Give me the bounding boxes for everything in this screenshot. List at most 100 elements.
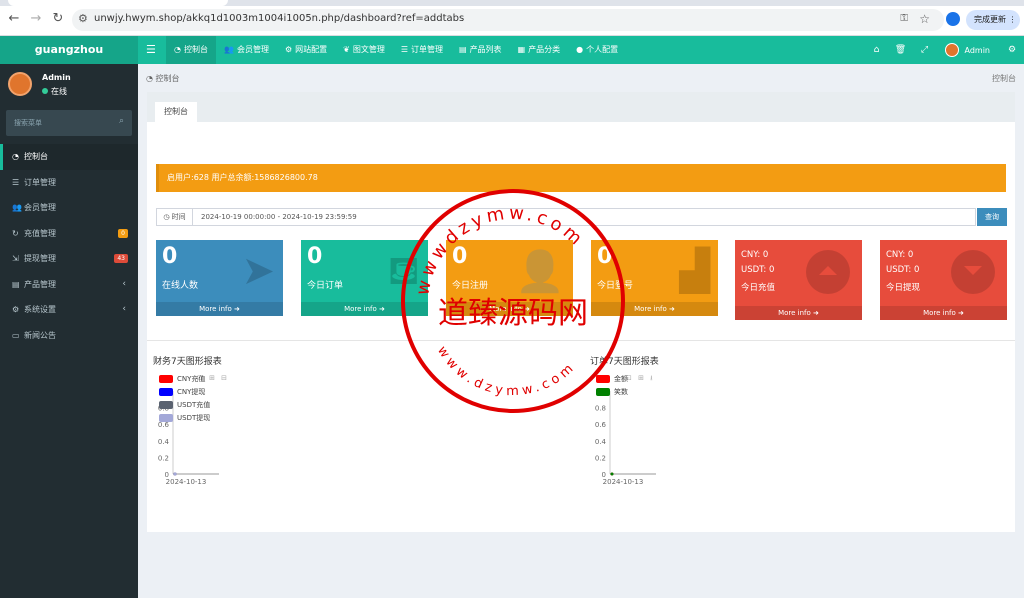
top-navbar: guangzhou ☰ ◔ 控制台 👥 会员管理 ⚙ 网站配置 ❦ 图文管理 ☰ 订单管理… [0,36,1024,64]
breadcrumb-right[interactable]: 控制台 [992,73,1016,84]
watermark-stamp: wwwdzymw.com www.dzymw.com 道臻源码网 [401,189,625,413]
more-info-link[interactable]: More info ➜ [880,306,1007,320]
sidebar-item-label: 产品管理 [24,279,56,289]
profile-icon[interactable] [946,12,960,26]
tab-dashboard[interactable]: 控制台 [155,102,197,122]
sidebar-item-label: 控制台 [24,152,48,162]
nav-label: 控制台 [183,45,208,54]
url-text: unwjy.hwym.shop/akkq1d1003m1004i1005n.ph… [94,13,465,24]
nav-site-config[interactable]: ⚙ 网站配置 [277,36,335,64]
nav-members[interactable]: 👥 会员管理 [216,36,277,64]
online-dot-icon [42,88,48,94]
usdt-value: USDT: 0 [741,265,775,275]
legend-swatch [159,413,173,422]
address-bar[interactable]: ⚙ unwjy.hwym.shop/akkq1d1003m1004i1005n.… [72,9,944,31]
nav-label: 产品列表 [469,45,502,54]
table-icon: ▦ [517,45,526,54]
user-panel: Admin 在线 [0,64,138,104]
sidebar-search-input[interactable]: 搜索菜单 ⌕ [6,110,132,136]
sidebar: Admin 在线 搜索菜单 ⌕ ◔ 控制台 ☰ 订单管理 👥 会员管理 ↻ 充值管理 0 … [0,64,138,598]
stat-label: 今日充值 [741,283,776,293]
dashboard-icon: ◔ [146,74,153,83]
trash-icon[interactable]: 🗑 [889,45,913,55]
avatar [8,72,32,96]
breadcrumb-label[interactable]: 控制台 [156,74,180,83]
withdraw-badge: 43 [114,254,128,263]
nav-label: 订单管理 [411,45,443,54]
usdt-value: USDT: 0 [886,265,920,275]
sidebar-item-news[interactable]: ▭ 新闻公告 [0,323,138,349]
bookmark-star-icon[interactable]: ☆ [919,12,930,26]
back-icon[interactable]: ← [6,11,22,27]
leaf-icon: ❦ [343,45,350,54]
chevron-left-icon: ‹ [122,278,126,289]
menu-toggle-icon[interactable]: ☰ [146,36,156,64]
nav-profile[interactable]: ● 个人配置 [568,36,626,64]
sidebar-item-recharge[interactable]: ↻ 充值管理 0 [0,221,138,247]
search-icon[interactable]: ⌕ [119,116,124,126]
recharge-icon: ↻ [12,228,19,238]
sidebar-item-label: 提现管理 [24,254,56,264]
sidebar-item-label: 系统设置 [24,305,56,315]
sidebar-item-settings[interactable]: ⚙ 系统设置 ‹ [0,297,138,323]
nav-products[interactable]: ▤ 产品列表 [451,36,510,64]
legend-item[interactable]: USDT提现 [159,411,210,424]
sidebar-item-orders[interactable]: ☰ 订单管理 [0,170,138,196]
browser-chrome: ← → ↻ ⚙ unwjy.hwym.shop/akkq1d1003m1004i… [0,0,1024,36]
legend-item[interactable]: USDT充值 [159,398,210,411]
password-key-icon[interactable]: ⚿ [900,13,908,24]
time-label: ◷ 时间 [157,209,193,225]
legend-swatch [159,387,173,396]
cogs-icon[interactable]: ⚙ [1000,45,1024,55]
chart-toolbox[interactable]: ⊡ ⊞ ⭳ [626,374,655,385]
nav-categories[interactable]: ▦ 产品分类 [510,36,569,64]
forward-icon[interactable]: → [28,11,44,27]
dashboard-icon: ◔ [174,45,181,54]
top-username[interactable]: Admin [965,46,991,55]
more-info-link[interactable]: More info ➜ [735,306,862,320]
list-icon: ☰ [12,177,20,187]
stat-card-withdraw: CNY: 0 USDT: 0 今日提现 More info ➜ [880,240,1007,320]
avatar[interactable] [944,43,959,57]
legend-label: USDT充值 [177,400,211,409]
site-settings-icon[interactable]: ⚙ [78,12,88,25]
time-range-input[interactable]: 2024-10-19 00:00:00 - 2024-10-19 23:59:5… [201,213,357,221]
sidebar-menu: ◔ 控制台 ☰ 订单管理 👥 会员管理 ↻ 充值管理 0 ⇲ 提现管理 43 ▤ 产品管理 ‹ ⚙… [0,144,138,348]
top-nav: ◔ 控制台 👥 会员管理 ⚙ 网站配置 ❦ 图文管理 ☰ 订单管理 ▤ 产品列表 ▦ 产品分类… [166,36,626,64]
sidebar-item-products[interactable]: ▤ 产品管理 ‹ [0,272,138,298]
shop-icon: ▤ [12,279,20,289]
y-tick-label: 0.2 [595,454,606,462]
breadcrumb: ◔ 控制台 [146,73,180,84]
site-logo[interactable]: guangzhou [0,36,138,64]
legend-swatch [159,374,173,383]
sidebar-item-withdraw[interactable]: ⇲ 提现管理 43 [0,246,138,272]
stamp-top-arc: wwwdzymw.com [412,203,589,297]
arrow-up-icon [819,266,837,275]
sidebar-item-label: 订单管理 [24,177,56,187]
sidebar-item-members[interactable]: 👥 会员管理 [0,195,138,221]
sidebar-item-label: 新闻公告 [24,330,56,340]
update-label: 完成更新 [974,15,1006,24]
stat-value: 0 [162,244,178,269]
update-button[interactable]: 完成更新 ⋮ [966,10,1020,30]
reload-icon[interactable]: ↻ [50,11,66,27]
y-tick-label: 0.4 [158,438,170,446]
nav-articles[interactable]: ❦ 图文管理 [335,36,393,64]
query-button[interactable]: 查询 [977,208,1007,226]
legend-item[interactable]: CNY充值 [159,372,210,385]
stat-card-recharge: CNY: 0 USDT: 0 今日充值 More info ➜ [735,240,862,320]
y-tick-label: 0.4 [595,438,607,446]
browser-tab[interactable] [8,0,228,6]
legend-item[interactable]: CNY提现 [159,385,210,398]
withdraw-icon: ⇲ [12,254,19,264]
home-icon[interactable]: ⌂ [865,45,889,55]
fullscreen-icon[interactable]: ⤢ [913,45,937,55]
status-text: 在线 [51,87,67,96]
sidebar-item-dashboard[interactable]: ◔ 控制台 [0,144,138,170]
nav-dashboard[interactable]: ◔ 控制台 [166,36,216,64]
data-point [610,472,614,476]
sidebar-item-label: 充值管理 [24,228,56,238]
nav-orders[interactable]: ☰ 订单管理 [393,36,451,64]
more-info-link[interactable]: More info ➜ [156,302,283,316]
chart-legend: CNY充值 CNY提现 USDT充值 USDT提现 [159,372,210,424]
